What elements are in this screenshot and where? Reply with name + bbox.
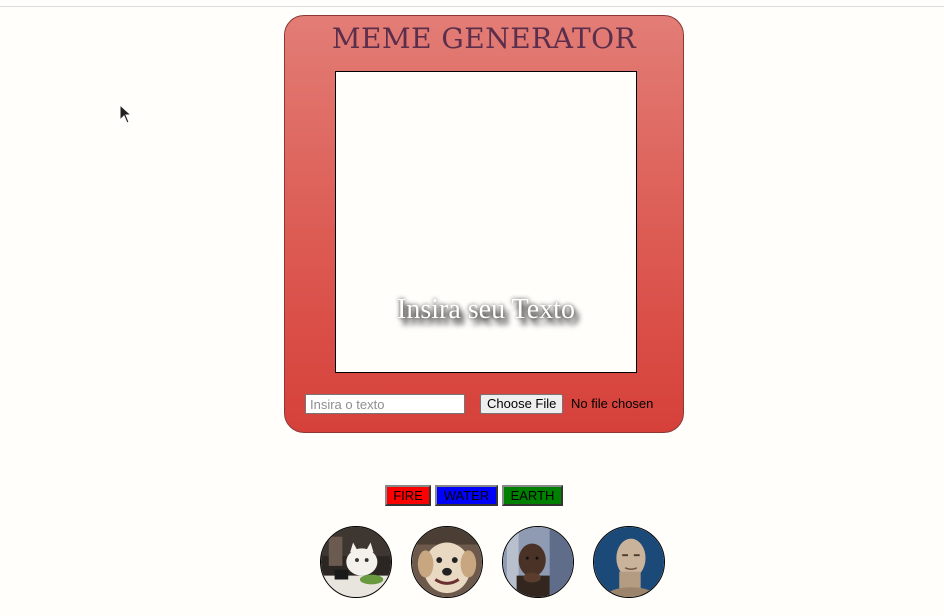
file-status-label: No file chosen (571, 396, 654, 411)
page-title: MEME GENERATOR (331, 22, 637, 55)
earth-filter-button[interactable]: EARTH (502, 485, 563, 506)
meme-man-thumbnail[interactable] (593, 526, 665, 598)
thinking-man-meme-thumbnail[interactable] (502, 526, 574, 598)
smiling-dog-meme-thumbnail[interactable] (411, 526, 483, 598)
choose-file-button[interactable]: Choose File (480, 394, 564, 414)
mouse-pointer-icon (119, 104, 133, 124)
meme-canvas: Insira seu Texto (335, 71, 637, 373)
fire-filter-button[interactable]: FIRE (385, 485, 431, 506)
cat-at-table-meme-thumbnail[interactable] (320, 526, 392, 598)
water-filter-button[interactable]: WATER (435, 485, 498, 506)
meme-text-input[interactable] (305, 394, 465, 414)
meme-generator-panel: MEME GENERATOR Insira seu Texto Choose F… (284, 15, 684, 433)
meme-overlay-text: Insira seu Texto (397, 294, 575, 325)
top-divider (0, 6, 944, 7)
